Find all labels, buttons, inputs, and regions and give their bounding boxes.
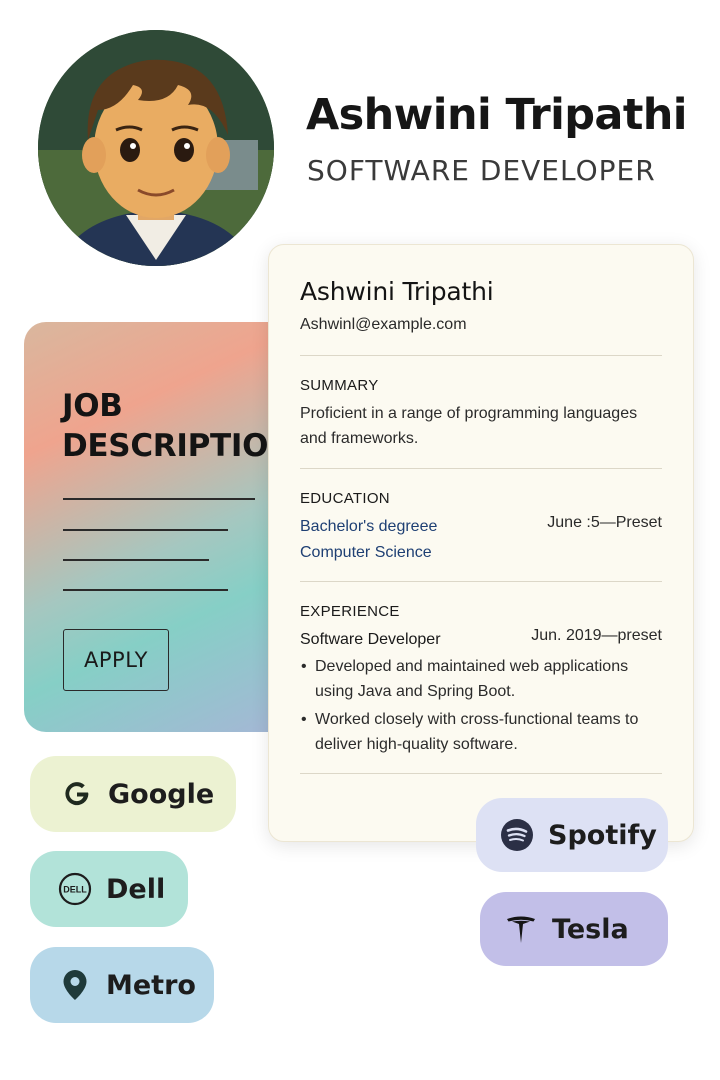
company-pill-metro[interactable]: Metro — [30, 947, 214, 1023]
company-name: Dell — [106, 873, 166, 905]
company-pill-tesla[interactable]: Tesla — [480, 892, 668, 966]
experience-bullet: • Worked closely with cross-functional t… — [301, 707, 663, 757]
placeholder-line — [63, 559, 209, 561]
apply-button[interactable]: APPLY — [63, 629, 169, 691]
education-heading: EDUCATION — [300, 490, 390, 507]
experience-bullet-text: Developed and maintained web application… — [315, 658, 629, 700]
company-pill-dell[interactable]: DELL Dell — [30, 851, 188, 927]
summary-heading: SUMMARY — [300, 377, 379, 394]
avatar-illustration — [38, 30, 274, 266]
divider — [300, 773, 662, 774]
summary-text: Proficient in a range of programming lan… — [300, 405, 638, 447]
education-field: Computer Science — [300, 544, 432, 561]
company-pill-spotify[interactable]: Spotify — [476, 798, 668, 872]
education-date: June :5—Preset — [547, 514, 662, 531]
divider — [300, 581, 662, 582]
placeholder-line — [63, 529, 228, 531]
divider — [300, 468, 662, 469]
profile-role: SOFTWARE DEVELOPER — [307, 154, 656, 187]
profile-name: Ashwini Tripathi — [306, 90, 688, 140]
spotify-icon — [500, 818, 534, 852]
resume-email[interactable]: Ashwinl@example.com — [300, 316, 467, 334]
company-name: Spotify — [548, 819, 657, 851]
experience-role: Software Developer — [300, 631, 441, 648]
job-description-title: JOB DESCRIPTION — [62, 388, 294, 464]
location-pin-icon — [58, 968, 92, 1002]
company-name: Tesla — [552, 913, 629, 945]
placeholder-line — [63, 589, 228, 591]
experience-bullet: • Developed and maintained web applicati… — [301, 654, 663, 704]
experience-date: Jun. 2019—preset — [531, 627, 662, 644]
company-name: Metro — [106, 969, 196, 1001]
bullet-dot: • — [301, 711, 307, 728]
experience-bullet-text: Worked closely with cross-functional tea… — [315, 711, 639, 753]
bullet-dot: • — [301, 658, 307, 675]
resume-name: Ashwini Tripathi — [300, 277, 494, 306]
experience-heading: EXPERIENCE — [300, 603, 400, 620]
avatar — [38, 30, 274, 266]
dell-icon: DELL — [58, 872, 92, 906]
dell-icon-text: DELL — [63, 885, 87, 895]
company-name: Google — [108, 778, 215, 810]
placeholder-line — [63, 498, 255, 500]
divider — [300, 355, 662, 356]
education-degree: Bachelor's degreee — [300, 518, 438, 535]
company-pill-google[interactable]: Google — [30, 756, 236, 832]
tesla-icon — [504, 912, 538, 946]
google-icon — [60, 777, 94, 811]
